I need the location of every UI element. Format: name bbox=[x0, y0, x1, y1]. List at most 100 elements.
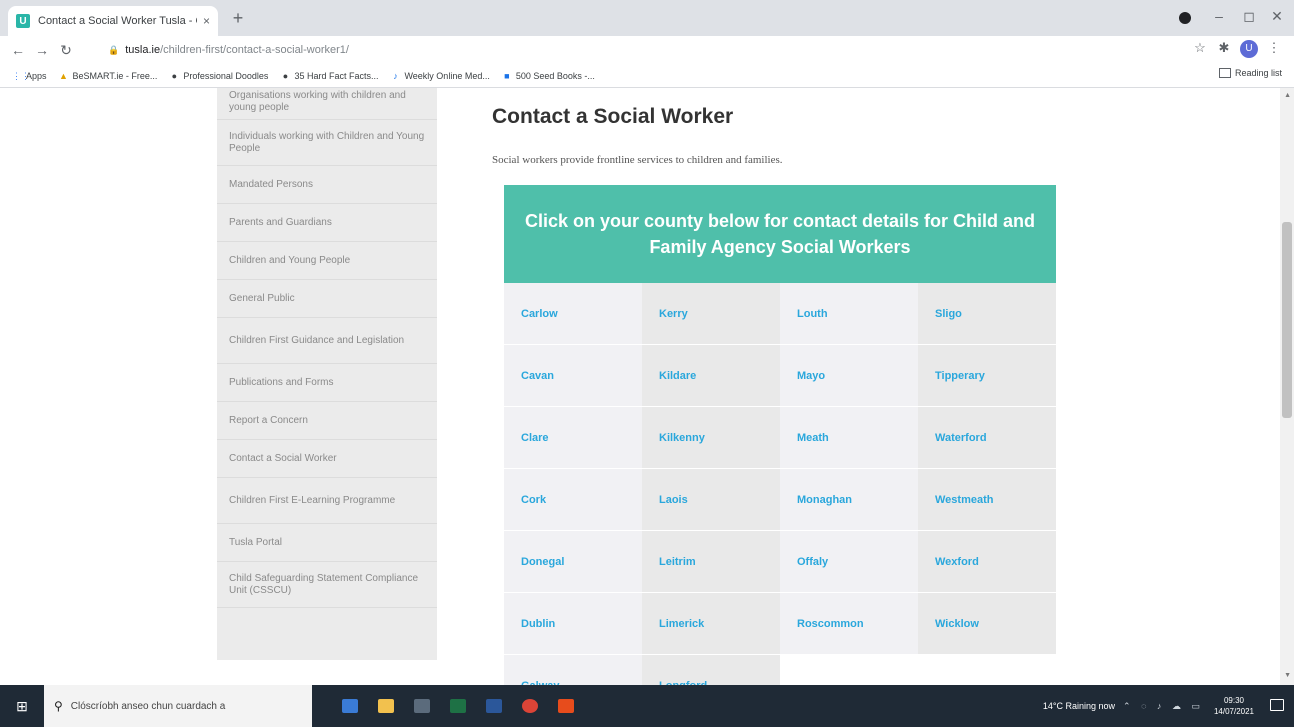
bookmark-icon: ● bbox=[282, 70, 289, 81]
bookmark-item[interactable]: ■ 500 Seed Books -... bbox=[502, 71, 595, 81]
windows-start-icon[interactable]: ⊞ bbox=[0, 685, 44, 727]
sidebar-item-label: Children First E-Learning Programme bbox=[229, 494, 396, 506]
bookmark-apps[interactable]: ⋮⋮ Apps bbox=[12, 71, 47, 81]
url-host: tusla.ie bbox=[125, 44, 161, 56]
tray-icons[interactable]: ⌃ ◌ ♪ ☁ ▭ bbox=[1123, 701, 1204, 712]
reload-icon[interactable]: ↻ bbox=[56, 40, 76, 60]
new-tab-button[interactable]: + bbox=[228, 9, 248, 29]
county-link-wicklow[interactable]: Wicklow bbox=[918, 593, 1056, 655]
county-link-cavan[interactable]: Cavan bbox=[504, 345, 642, 407]
address-bar[interactable]: 🔒 tusla.ie/children-first/contact-a-soci… bbox=[108, 39, 1178, 61]
clock-time: 09:30 bbox=[1223, 696, 1244, 705]
browser-tab[interactable]: U Contact a Social Worker Tusla - C × bbox=[8, 6, 218, 36]
word-app-icon[interactable] bbox=[476, 685, 512, 727]
bookmark-item[interactable]: ▲ BeSMART.ie - Free... bbox=[59, 71, 157, 81]
reading-list-label: Reading list bbox=[1234, 68, 1282, 78]
close-tab-icon[interactable]: × bbox=[203, 14, 210, 28]
sidebar-item-general-public[interactable]: General Public bbox=[217, 280, 437, 318]
county-link-dublin[interactable]: Dublin bbox=[504, 593, 642, 655]
web-page: Organisations working with children and … bbox=[0, 88, 1294, 685]
excel-app-icon[interactable] bbox=[440, 685, 476, 727]
page-title: Contact a Social Worker bbox=[492, 105, 734, 128]
minimize-icon[interactable]: – bbox=[1204, 8, 1234, 24]
sidebar-item-e-learning[interactable]: Children First E-Learning Programme bbox=[217, 478, 437, 524]
bookmark-label: 500 Seed Books -... bbox=[515, 70, 595, 81]
county-link-leitrim[interactable]: Leitrim bbox=[642, 531, 780, 593]
taskbar-search-placeholder: Clóscríobh anseo chun cuardach a bbox=[70, 700, 226, 712]
tusla-favicon-icon: U bbox=[16, 14, 30, 28]
menu-icon[interactable]: ⋮ bbox=[1264, 40, 1284, 56]
profile-indicator-icon[interactable] bbox=[1179, 12, 1191, 24]
county-link-limerick[interactable]: Limerick bbox=[642, 593, 780, 655]
county-link-meath[interactable]: Meath bbox=[780, 407, 918, 469]
people-app-icon[interactable] bbox=[332, 685, 368, 727]
notifications-icon[interactable] bbox=[1270, 699, 1284, 711]
county-link-louth[interactable]: Louth bbox=[780, 283, 918, 345]
sidebar-item-label: Report a Concern bbox=[229, 414, 308, 426]
county-link-wexford[interactable]: Wexford bbox=[918, 531, 1056, 593]
scrollbar-thumb[interactable] bbox=[1282, 222, 1292, 418]
sidebar-item-guidance[interactable]: Children First Guidance and Legislation bbox=[217, 318, 437, 364]
sidebar-nav: Organisations working with children and … bbox=[217, 88, 437, 660]
county-link-longford[interactable]: Longford bbox=[642, 655, 780, 686]
back-icon[interactable]: ← bbox=[8, 40, 28, 60]
bookmark-icon: ■ bbox=[504, 70, 510, 81]
bookmark-item[interactable]: ● 35 Hard Fact Facts... bbox=[280, 70, 379, 81]
county-link-donegal[interactable]: Donegal bbox=[504, 531, 642, 593]
star-icon[interactable]: ☆ bbox=[1190, 40, 1210, 56]
calculator-app-icon[interactable] bbox=[404, 685, 440, 727]
county-column: Sligo Tipperary Waterford Westmeath Wexf… bbox=[918, 283, 1056, 655]
county-link-roscommon[interactable]: Roscommon bbox=[780, 593, 918, 655]
sidebar-item-contact-social-worker[interactable]: Contact a Social Worker bbox=[217, 440, 437, 478]
maximize-icon[interactable]: ◻ bbox=[1234, 8, 1264, 25]
system-clock[interactable]: 09:30 14/07/2021 bbox=[1214, 695, 1254, 717]
file-explorer-icon[interactable] bbox=[368, 685, 404, 727]
sidebar-item-individuals[interactable]: Individuals working with Children and Yo… bbox=[217, 120, 437, 166]
sidebar-item-label: Children First Guidance and Legislation bbox=[229, 334, 405, 346]
county-link-waterford[interactable]: Waterford bbox=[918, 407, 1056, 469]
county-link-carlow[interactable]: Carlow bbox=[504, 283, 642, 345]
sidebar-item-publications[interactable]: Publications and Forms bbox=[217, 364, 437, 402]
county-link-tipperary[interactable]: Tipperary bbox=[918, 345, 1056, 407]
scroll-down-arrow-icon[interactable]: ▼ bbox=[1284, 672, 1291, 679]
county-link-galway[interactable]: Galway bbox=[504, 655, 642, 686]
chrome-app-icon[interactable] bbox=[512, 685, 548, 727]
system-tray: 14°C Raining now ⌃ ◌ ♪ ☁ ▭ 09:30 14/07/2… bbox=[1043, 685, 1254, 727]
bookmark-item[interactable]: ♪ Weekly Online Med... bbox=[390, 70, 490, 81]
sidebar-item-label: Parents and Guardians bbox=[229, 216, 332, 228]
sidebar-item-tusla-portal[interactable]: Tusla Portal bbox=[217, 524, 437, 562]
avatar[interactable]: U bbox=[1240, 40, 1258, 58]
sidebar-item-children[interactable]: Children and Young People bbox=[217, 242, 437, 280]
page-intro: Social workers provide frontline service… bbox=[492, 154, 783, 166]
scroll-up-arrow-icon[interactable]: ▲ bbox=[1284, 92, 1291, 99]
county-link-cork[interactable]: Cork bbox=[504, 469, 642, 531]
county-link-laois[interactable]: Laois bbox=[642, 469, 780, 531]
county-link-offaly[interactable]: Offaly bbox=[780, 531, 918, 593]
clock-date: 14/07/2021 bbox=[1213, 707, 1254, 716]
bookmark-item[interactable]: ● Professional Doodles bbox=[169, 71, 269, 81]
sidebar-item-parents[interactable]: Parents and Guardians bbox=[217, 204, 437, 242]
close-window-icon[interactable]: ✕ bbox=[1262, 8, 1292, 25]
extensions-icon[interactable]: ✱ bbox=[1214, 40, 1234, 56]
reading-list-button[interactable]: Reading list bbox=[1218, 68, 1282, 78]
sidebar-item-mandated-persons[interactable]: Mandated Persons bbox=[217, 166, 437, 204]
sidebar-item-label: Child Safeguarding Statement Compliance … bbox=[229, 572, 418, 596]
county-link-kilkenny[interactable]: Kilkenny bbox=[642, 407, 780, 469]
county-link-kildare[interactable]: Kildare bbox=[642, 345, 780, 407]
county-link-sligo[interactable]: Sligo bbox=[918, 283, 1056, 345]
office-app-icon[interactable] bbox=[548, 685, 584, 727]
sidebar-item-report-concern[interactable]: Report a Concern bbox=[217, 402, 437, 440]
sidebar-item-csscu[interactable]: Child Safeguarding Statement Compliance … bbox=[217, 562, 437, 608]
sidebar-item-organisations[interactable]: Organisations working with children and … bbox=[217, 88, 437, 120]
bookmark-label: Weekly Online Med... bbox=[404, 70, 490, 81]
county-link-monaghan[interactable]: Monaghan bbox=[780, 469, 918, 531]
county-link-clare[interactable]: Clare bbox=[504, 407, 642, 469]
taskbar-search-box[interactable]: ⚲ Clóscríobh anseo chun cuardach a bbox=[44, 685, 312, 727]
bookmark-label: Apps bbox=[26, 70, 47, 81]
county-link-westmeath[interactable]: Westmeath bbox=[918, 469, 1056, 531]
windows-taskbar: ⊞ ⚲ Clóscríobh anseo chun cuardach a 14°… bbox=[0, 685, 1294, 727]
county-link-mayo[interactable]: Mayo bbox=[780, 345, 918, 407]
forward-icon[interactable]: → bbox=[32, 40, 52, 60]
weather-widget[interactable]: 14°C Raining now bbox=[1043, 701, 1115, 711]
county-link-kerry[interactable]: Kerry bbox=[642, 283, 780, 345]
